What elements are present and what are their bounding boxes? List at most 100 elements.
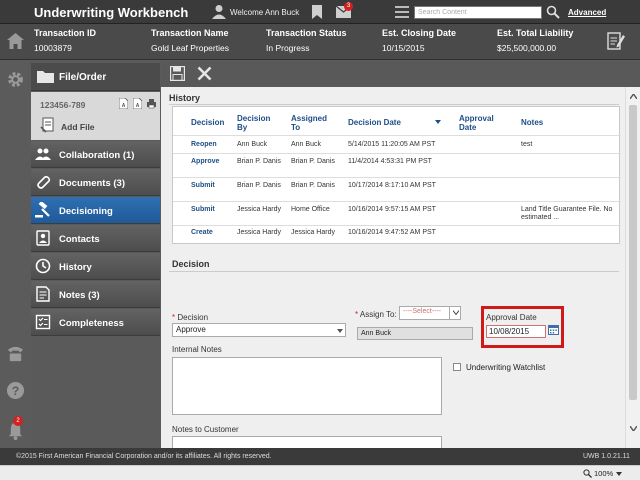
nav-item-decisioning[interactable]: Decisioning (31, 197, 160, 224)
toolbar (161, 61, 640, 87)
assign-to-label: * Assign To: (355, 310, 397, 319)
internal-notes-label: Internal Notes (172, 345, 222, 354)
table-row[interactable]: Create Jessica Hardy Jessica Hardy 10/16… (173, 225, 621, 245)
svg-text:A: A (136, 103, 140, 109)
approval-date-input[interactable] (486, 325, 546, 338)
gavel-icon (35, 202, 50, 218)
file-panel: 123456-789 A A Add File (31, 92, 160, 140)
table-row[interactable]: Submit Brian P. Danis Brian P. Danis 10/… (173, 177, 621, 201)
file-order-label: File/Order (59, 72, 107, 83)
scroll-down-arrow-icon[interactable] (630, 426, 637, 431)
advanced-search-link[interactable]: Advanced (568, 8, 606, 17)
approval-date-label: Approval Date (486, 313, 537, 322)
nav-item-history[interactable]: History (31, 253, 160, 280)
notes-icon (36, 286, 50, 302)
history-section-title: History (169, 93, 201, 103)
add-file-link[interactable]: Add File (61, 122, 95, 132)
summary-transaction-id: Transaction ID 10003879 (34, 28, 97, 53)
nav-item-collaboration[interactable]: Collaboration (1) (31, 141, 160, 168)
home-icon[interactable] (7, 33, 24, 49)
column-header-approval-date[interactable]: Approval Date (459, 114, 505, 132)
main-panel: History Decision Decision By Assigned To… (161, 61, 640, 448)
scroll-up-arrow-icon[interactable] (630, 94, 637, 99)
collaboration-icon (35, 148, 51, 160)
table-row[interactable]: Reopen Ann Buck Ann Buck 5/14/2015 11:20… (173, 135, 621, 153)
mail-count-badge: 3 (344, 2, 353, 11)
assign-to-value[interactable]: Ann Buck (357, 327, 473, 340)
search-input[interactable] (414, 6, 542, 19)
nav-item-documents[interactable]: Documents (3) (31, 169, 160, 196)
contacts-icon (36, 230, 50, 246)
column-header-notes[interactable]: Notes (521, 118, 543, 127)
user-icon[interactable] (212, 4, 226, 19)
edit-document-icon[interactable] (607, 31, 625, 50)
nav-item-completeness[interactable]: Completeness (31, 309, 160, 336)
chevron-down-icon (453, 310, 459, 315)
pdf-icon[interactable]: A (119, 98, 128, 109)
app-title: Underwriting Workbench (34, 5, 189, 20)
browser-status-bar: 100% (0, 465, 640, 480)
pdf-export-icon[interactable]: A (133, 98, 142, 109)
summary-transaction-name: Transaction Name Gold Leaf Properties (151, 28, 229, 53)
paperclip-icon (37, 175, 51, 189)
scroll-thumb[interactable] (629, 105, 637, 400)
folder-icon (37, 71, 54, 83)
version-text: UWB 1.0.21.11 (583, 453, 630, 460)
internal-notes-textarea[interactable] (172, 357, 442, 415)
side-navigation: File/Order 123456-789 A A Add File Colla… (31, 61, 160, 448)
table-row[interactable]: Approve Brian P. Danis Brian P. Danis 11… (173, 153, 621, 177)
notes-to-customer-textarea[interactable] (172, 436, 442, 448)
decision-dropdown[interactable]: Approve (172, 323, 346, 337)
print-icon[interactable] (147, 98, 156, 109)
gear-icon[interactable] (6, 70, 25, 89)
nav-item-notes[interactable]: Notes (3) (31, 281, 160, 308)
column-header-decision-date[interactable]: Decision Date (348, 118, 401, 127)
zoom-level[interactable]: 100% (594, 469, 613, 478)
table-row[interactable]: Submit Jessica Hardy Home Office 10/16/2… (173, 201, 621, 225)
decision-section-title: Decision (172, 259, 210, 269)
help-icon[interactable]: ? (6, 381, 25, 400)
clock-icon (35, 258, 51, 274)
save-icon[interactable] (170, 66, 185, 81)
menu-icon[interactable] (395, 6, 409, 18)
welcome-text: Welcome Ann Buck (230, 8, 300, 17)
chevron-down-icon[interactable] (337, 329, 343, 333)
left-rail: ? (0, 61, 31, 448)
top-bar: Underwriting Workbench Welcome Ann Buck … (0, 0, 640, 24)
sort-desc-icon[interactable] (435, 120, 441, 124)
content-scrollbar[interactable] (625, 87, 640, 448)
summary-est-closing-date: Est. Closing Date 10/15/2015 (382, 28, 457, 53)
history-table: Decision Decision By Assigned To Decisio… (172, 106, 621, 245)
add-file-icon[interactable] (40, 117, 55, 133)
column-header-decision-by[interactable]: Decision By (237, 114, 277, 132)
svg-text:?: ? (12, 384, 20, 398)
column-header-assigned-to[interactable]: Assigned To (291, 114, 331, 132)
zoom-icon[interactable] (583, 469, 592, 478)
watchlist-label[interactable]: Underwriting Watchlist (466, 363, 545, 372)
notification-count-badge: 2 (13, 416, 23, 426)
search-icon[interactable] (546, 5, 560, 19)
footer: ©2015 First American Financial Corporati… (0, 448, 640, 465)
summary-transaction-status: Transaction Status In Progress (266, 28, 347, 53)
column-header-decision[interactable]: Decision (191, 118, 224, 127)
decisioning-content: History Decision Decision By Assigned To… (161, 87, 625, 448)
summary-est-total-liability: Est. Total Liability $25,500,000.00 (497, 28, 574, 53)
checklist-icon (35, 314, 51, 330)
phone-icon[interactable] (6, 344, 25, 363)
copyright-text: ©2015 First American Financial Corporati… (16, 453, 272, 460)
watchlist-checkbox[interactable] (453, 363, 461, 371)
svg-text:A: A (122, 103, 126, 109)
close-icon[interactable] (197, 66, 212, 81)
file-number: 123456-789 (40, 100, 86, 110)
assign-to-arrow[interactable] (449, 306, 461, 320)
history-divider (169, 104, 619, 105)
decision-divider (169, 271, 619, 272)
calendar-icon[interactable] (548, 324, 559, 335)
nav-item-contacts[interactable]: Contacts (31, 225, 160, 252)
transaction-summary-bar: Transaction ID 10003879 Transaction Name… (0, 24, 640, 60)
bookmark-icon[interactable] (311, 5, 323, 19)
decision-label: * Decision (172, 313, 209, 322)
file-order-header[interactable]: File/Order (31, 63, 160, 91)
chevron-down-icon[interactable] (616, 472, 622, 476)
notes-to-customer-label: Notes to Customer (172, 425, 239, 434)
